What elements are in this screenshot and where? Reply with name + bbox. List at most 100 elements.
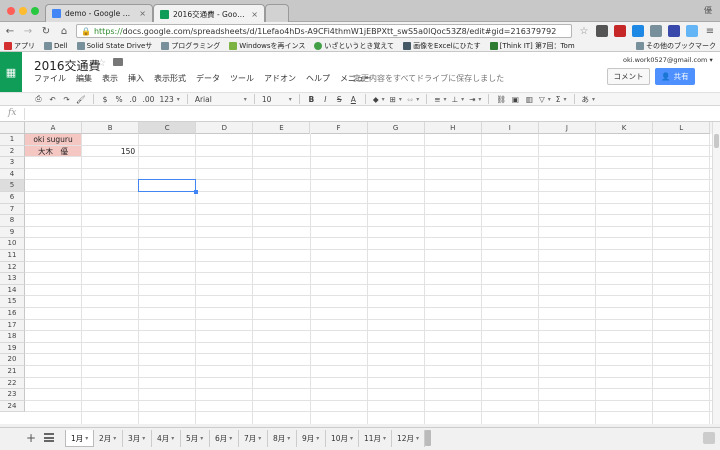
menu-addons[interactable]: アドオン: [264, 73, 296, 84]
row-header-9[interactable]: 9: [0, 226, 25, 239]
cell-a2[interactable]: 大木 優: [25, 145, 82, 157]
row-header-13[interactable]: 13: [0, 273, 25, 285]
comments-button[interactable]: コメント: [607, 68, 650, 85]
sheet-tab-5月[interactable]: 5月: [181, 430, 210, 447]
sheet-tab-6月[interactable]: 6月: [210, 430, 239, 447]
star-icon[interactable]: ☆: [97, 58, 106, 69]
row-header-20[interactable]: 20: [0, 354, 25, 366]
cell-a1[interactable]: oki suguru: [25, 134, 82, 145]
column-header-a[interactable]: A: [25, 122, 83, 134]
print-icon[interactable]: ⎙: [34, 94, 43, 104]
column-header-h[interactable]: H: [424, 122, 482, 134]
bookmark-item[interactable]: Windowsを再インス: [229, 41, 305, 51]
bookmark-item[interactable]: プログラミング: [161, 41, 220, 51]
row-header-7[interactable]: 7: [0, 203, 25, 216]
spreadsheet-grid[interactable]: 1 2 3 4 5 6 7 8 9 10 11 12 13 14 15 16 17 18 19 20 21 22 23 24 …: [0, 122, 712, 424]
other-bookmarks[interactable]: その他のブックマーク: [636, 41, 716, 51]
sheet-tab-2月[interactable]: 2月: [94, 430, 123, 447]
column-header-l[interactable]: L: [653, 122, 711, 134]
vertical-align-dropdown[interactable]: ⊥: [452, 95, 465, 104]
filter-dropdown[interactable]: ▽: [539, 95, 551, 104]
row-header-8[interactable]: 8: [0, 215, 25, 227]
merge-cells-dropdown[interactable]: ⇔: [407, 95, 419, 104]
active-cell-selection[interactable]: [138, 179, 197, 192]
horizontal-align-dropdown[interactable]: ≡: [434, 95, 446, 104]
back-arrow-icon[interactable]: ←: [4, 26, 16, 37]
sheet-tab-8月[interactable]: 8月: [268, 430, 297, 447]
increase-decimal-button[interactable]: .00: [143, 95, 155, 104]
browser-tab-spreadsheet[interactable]: 2016交通費 - Google スプレ ×: [153, 4, 265, 23]
zoom-window-icon[interactable]: [31, 7, 39, 15]
menu-help[interactable]: ヘルプ: [306, 73, 330, 84]
font-family-dropdown[interactable]: Arial: [195, 95, 247, 104]
new-tab-button[interactable]: [265, 4, 289, 22]
undo-icon[interactable]: ↶: [48, 95, 57, 104]
text-color-button[interactable]: A: [349, 95, 358, 104]
menu-insert[interactable]: 挿入: [128, 73, 144, 84]
sheets-logo-icon[interactable]: ▦: [0, 52, 22, 92]
sheet-tab-10月[interactable]: 10月: [326, 430, 359, 447]
row-header-18[interactable]: 18: [0, 331, 25, 343]
menu-view[interactable]: 表示: [102, 73, 118, 84]
select-all-corner[interactable]: [0, 122, 25, 134]
row-header-3[interactable]: 3: [0, 157, 25, 169]
row-header-15[interactable]: 15: [0, 296, 25, 308]
cell-b2[interactable]: 150: [82, 146, 138, 157]
bookmark-item[interactable]: [Think IT] 第7回：Tom: [489, 41, 575, 51]
functions-dropdown[interactable]: Σ: [556, 95, 567, 104]
extension-icon[interactable]: [686, 25, 698, 37]
sheet-tab-7月[interactable]: 7月: [239, 430, 268, 447]
italic-button[interactable]: I: [321, 95, 330, 104]
sheet-tab-11月[interactable]: 11月: [359, 430, 392, 447]
menu-file[interactable]: ファイル: [34, 73, 66, 84]
row-header-2[interactable]: 2: [0, 145, 25, 158]
row-header-1[interactable]: 1: [0, 134, 25, 146]
close-tab-icon[interactable]: ×: [251, 10, 258, 19]
browser-tab-drive[interactable]: demo - Google ドライブ ×: [45, 4, 153, 22]
fill-handle[interactable]: [194, 190, 199, 194]
extension-icon[interactable]: [632, 25, 644, 37]
tabs-scroll-handle[interactable]: [425, 430, 431, 446]
text-wrap-dropdown[interactable]: ⇥: [469, 95, 481, 104]
row-header-6[interactable]: 6: [0, 192, 25, 204]
profile-badge[interactable]: 優: [704, 5, 712, 16]
bold-button[interactable]: B: [307, 95, 316, 104]
move-folder-icon[interactable]: [113, 58, 123, 66]
extension-icon[interactable]: [668, 25, 680, 37]
row-header-23[interactable]: 23: [0, 389, 25, 401]
share-button[interactable]: 👤 共有: [655, 68, 695, 85]
bookmark-star-icon[interactable]: ☆: [578, 26, 590, 37]
close-window-icon[interactable]: [7, 7, 15, 15]
home-icon[interactable]: ⌂: [58, 26, 70, 37]
sheet-tab-9月[interactable]: 9月: [297, 430, 326, 447]
account-email[interactable]: oki.work0527@gmail.com: [623, 56, 713, 64]
row-header-19[interactable]: 19: [0, 342, 25, 355]
bookmark-item[interactable]: Solid State Driveサ: [76, 41, 152, 51]
insert-chart-icon[interactable]: ▥: [525, 95, 534, 104]
row-header-24[interactable]: 24: [0, 400, 25, 413]
number-format-dropdown[interactable]: 123: [159, 95, 179, 104]
column-header-f[interactable]: F: [310, 122, 368, 134]
extension-icon[interactable]: [596, 25, 608, 37]
formula-bar[interactable]: fx: [0, 106, 720, 122]
menu-edit[interactable]: 編集: [76, 73, 92, 84]
browser-menu-icon[interactable]: ≡: [704, 26, 716, 37]
extension-icon[interactable]: [650, 25, 662, 37]
add-sheet-icon[interactable]: +: [26, 431, 36, 445]
redo-icon[interactable]: ↷: [62, 95, 71, 104]
vertical-scrollbar[interactable]: [712, 122, 720, 424]
row-header-17[interactable]: 17: [0, 319, 25, 332]
column-header-d[interactable]: D: [196, 122, 254, 134]
column-header-c[interactable]: C: [139, 122, 197, 134]
borders-dropdown[interactable]: ⊞: [390, 95, 402, 104]
row-header-5[interactable]: 5: [0, 180, 25, 192]
sheet-tab-12月[interactable]: 12月: [392, 430, 425, 447]
column-header-g[interactable]: G: [367, 122, 425, 134]
bookmark-item[interactable]: いざというとき覚えて: [314, 41, 394, 51]
extension-icon[interactable]: [614, 25, 626, 37]
close-tab-icon[interactable]: ×: [139, 9, 146, 18]
menu-tools[interactable]: ツール: [230, 73, 254, 84]
bookmark-apps[interactable]: アプリ: [4, 41, 35, 51]
row-header-14[interactable]: 14: [0, 284, 25, 297]
paint-format-icon[interactable]: 🖌: [76, 95, 86, 104]
